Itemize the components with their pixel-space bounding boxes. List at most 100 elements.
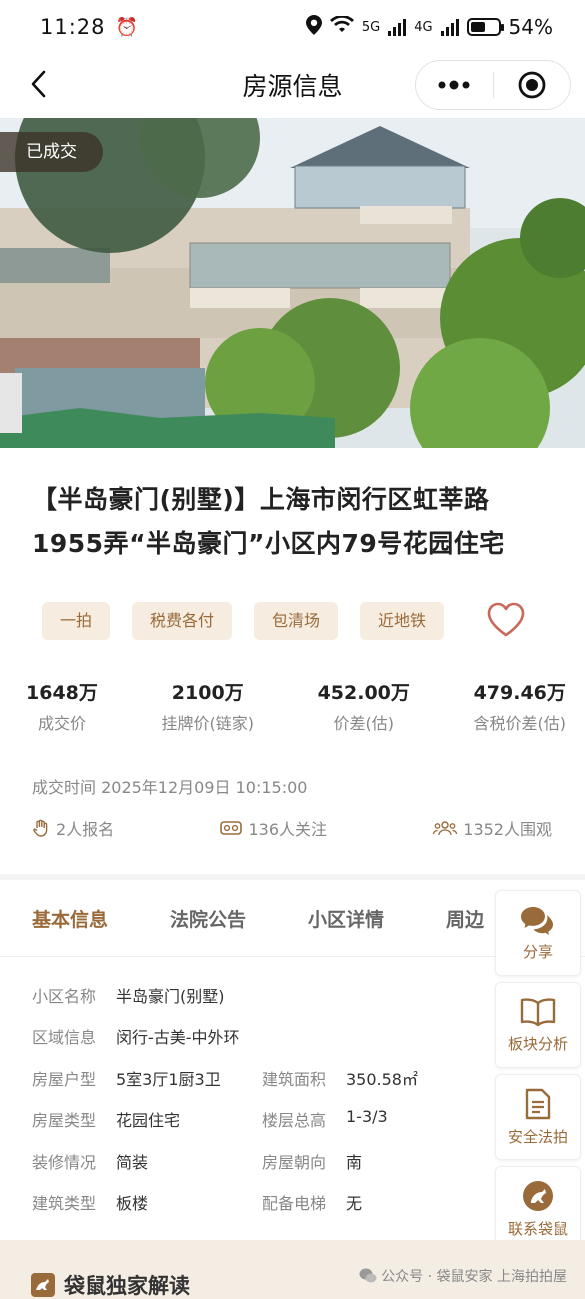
document-icon bbox=[525, 1088, 551, 1119]
stat-label: 成交价 bbox=[37, 714, 86, 733]
info-row: 房屋类型 花园住宅 楼层总高 1-3/3 bbox=[32, 1099, 492, 1141]
stat-value: 479.46万 bbox=[473, 682, 566, 704]
info-value: 无 bbox=[346, 1194, 363, 1214]
heart-icon bbox=[487, 602, 525, 637]
tab-basic-info[interactable]: 基本信息 bbox=[32, 905, 108, 932]
more-button[interactable] bbox=[416, 61, 493, 109]
tag-list: 一拍 税费各付 包清场 近地铁 bbox=[42, 602, 445, 640]
info-key: 装修情况 bbox=[32, 1152, 97, 1172]
info-value: 350.58㎡ bbox=[346, 1069, 418, 1089]
info-key: 房屋户型 bbox=[32, 1069, 97, 1089]
info-elevator: 配备电梯 无 bbox=[262, 1190, 492, 1214]
info-orientation: 房屋朝向 南 bbox=[262, 1149, 492, 1173]
stat-value: 2100万 bbox=[171, 682, 244, 704]
property-photo[interactable]: 已成交 bbox=[0, 118, 585, 448]
info-value: 5室3厅1厨3卫 bbox=[116, 1069, 221, 1089]
deal-time: 成交时间 2025年12月09日 10:15:00 bbox=[32, 778, 308, 797]
stat-deal-price: 1648万 成交价 bbox=[26, 678, 98, 734]
info-key: 建筑类型 bbox=[32, 1194, 97, 1214]
viewers-text: 1352人围观 bbox=[463, 820, 552, 839]
close-miniprogram-button[interactable] bbox=[494, 61, 571, 109]
back-button[interactable] bbox=[20, 66, 56, 102]
info-value: 南 bbox=[346, 1152, 363, 1172]
info-row: 建筑类型 板楼 配备电梯 无 bbox=[32, 1182, 492, 1224]
share-button[interactable]: 分享 bbox=[495, 890, 581, 976]
battery-icon bbox=[466, 18, 504, 36]
more-dots-icon bbox=[438, 80, 470, 90]
status-bar: 11:28 ⏰ 5G 4G 54% bbox=[0, 0, 585, 54]
signups-text: 2人报名 bbox=[56, 820, 115, 839]
price-stats: 1648万 成交价 2100万 挂牌价(链家) 452.00万 价差(估) 47… bbox=[26, 678, 566, 734]
tag-clearance: 包清场 bbox=[254, 602, 339, 640]
watermark: 公众号 · 袋鼠安家 上海拍拍屋 bbox=[359, 1266, 567, 1286]
info-value: 简装 bbox=[116, 1152, 149, 1172]
followers-text: 136人关注 bbox=[248, 820, 327, 839]
info-community: 小区名称 半岛豪门(别墅) bbox=[32, 983, 225, 1007]
network-5g-label: 5G bbox=[361, 19, 381, 35]
side-action-bar: 分享 板块分析 安全法拍 联系袋鼠 bbox=[495, 890, 581, 1258]
info-key: 建筑面积 bbox=[262, 1069, 327, 1089]
signal-icon bbox=[388, 18, 407, 36]
network-4g-label: 4G bbox=[414, 19, 433, 35]
info-key: 配备电梯 bbox=[262, 1194, 327, 1214]
target-icon bbox=[518, 71, 546, 99]
share-label: 分享 bbox=[522, 942, 553, 961]
stat-label: 价差(估) bbox=[333, 714, 394, 733]
followers: 136人关注 bbox=[220, 816, 327, 840]
location-icon bbox=[305, 15, 322, 39]
info-key: 楼层总高 bbox=[262, 1111, 327, 1131]
exclusive-insight-section: 袋鼠独家解读 公众号 · 袋鼠安家 上海拍拍屋 bbox=[0, 1240, 585, 1299]
vr-glasses-icon bbox=[220, 821, 243, 835]
info-type: 房屋类型 花园住宅 bbox=[32, 1107, 262, 1131]
stat-label: 挂牌价(链家) bbox=[161, 714, 254, 733]
info-size: 建筑面积 350.58㎡ bbox=[262, 1066, 492, 1090]
chevron-left-icon bbox=[31, 70, 46, 98]
status-time: 11:28 bbox=[40, 15, 106, 39]
info-decoration: 装修情况 简装 bbox=[32, 1149, 262, 1173]
open-book-icon bbox=[520, 997, 556, 1026]
tab-surroundings[interactable]: 周边 bbox=[446, 905, 484, 932]
nav-bar: 房源信息 bbox=[0, 54, 585, 116]
tab-court-notice[interactable]: 法院公告 bbox=[170, 905, 246, 932]
info-row: 区域信息 闵行-古美-中外环 bbox=[32, 1016, 492, 1058]
tab-community-details[interactable]: 小区详情 bbox=[308, 905, 384, 932]
hand-icon bbox=[33, 819, 48, 837]
stat-label: 含税价差(估) bbox=[473, 714, 567, 733]
listing-title: 【半岛豪门(别墅)】上海市闵行区虹莘路1955弄“半岛豪门”小区内79号花园住宅 bbox=[32, 485, 505, 558]
page-title: 房源信息 bbox=[242, 72, 343, 101]
wifi-icon bbox=[329, 15, 354, 38]
stat-price-gap-tax: 479.46万 含税价差(估) bbox=[474, 678, 567, 734]
info-key: 房屋朝向 bbox=[262, 1152, 327, 1172]
info-layout: 房屋户型 5室3厅1厨3卫 bbox=[32, 1066, 262, 1090]
sector-analysis-button[interactable]: 板块分析 bbox=[495, 982, 581, 1068]
chat-bubbles-icon bbox=[521, 906, 553, 935]
info-key: 房屋类型 bbox=[32, 1111, 97, 1131]
tag-metro: 近地铁 bbox=[360, 602, 445, 640]
stat-price-gap: 452.00万 价差(估) bbox=[318, 678, 410, 734]
sector-analysis-label: 板块分析 bbox=[507, 1034, 568, 1053]
sold-badge: 已成交 bbox=[0, 132, 103, 172]
info-building-type: 建筑类型 板楼 bbox=[32, 1190, 262, 1214]
info-value: 板楼 bbox=[116, 1194, 149, 1214]
engagement-row: 2人报名 136人关注 1352人围观 bbox=[32, 816, 552, 840]
kangaroo-logo-icon bbox=[523, 1180, 553, 1211]
favorite-button[interactable] bbox=[486, 600, 526, 640]
group-icon bbox=[433, 821, 458, 836]
stat-value: 1648万 bbox=[26, 682, 98, 704]
contact-label: 联系袋鼠 bbox=[507, 1219, 568, 1238]
status-icons: 5G 4G 54% bbox=[305, 15, 553, 39]
stat-value: 452.00万 bbox=[317, 682, 410, 704]
alarm-icon: ⏰ bbox=[115, 16, 138, 38]
signal-icon-2 bbox=[440, 18, 459, 36]
safe-auction-button[interactable]: 安全法拍 bbox=[495, 1074, 581, 1160]
info-value: 半岛豪门(别墅) bbox=[116, 986, 225, 1006]
kangaroo-badge-icon bbox=[31, 1273, 55, 1297]
info-area: 区域信息 闵行-古美-中外环 bbox=[32, 1024, 240, 1048]
info-floors: 楼层总高 1-3/3 bbox=[262, 1107, 492, 1131]
info-value: 1-3/3 bbox=[346, 1107, 388, 1127]
tag-tax: 税费各付 bbox=[132, 602, 233, 640]
info-key: 小区名称 bbox=[32, 986, 97, 1006]
mini-program-capsule bbox=[415, 60, 571, 110]
tag-auction: 一拍 bbox=[42, 602, 111, 640]
info-row: 小区名称 半岛豪门(别墅) bbox=[32, 974, 492, 1016]
